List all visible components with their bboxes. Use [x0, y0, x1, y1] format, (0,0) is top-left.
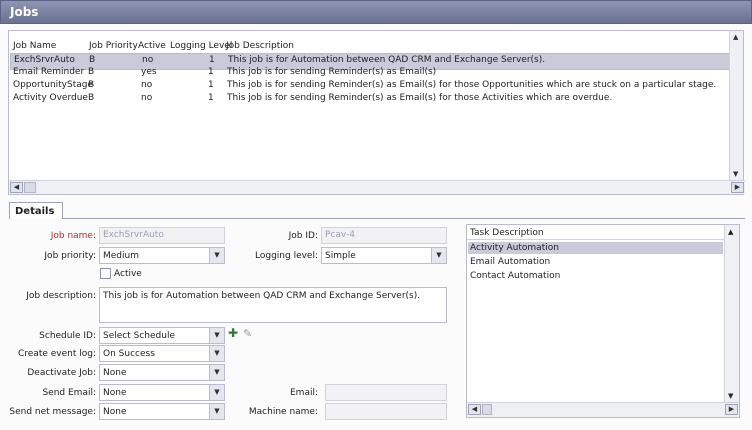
- tab-details[interactable]: Details: [9, 202, 63, 219]
- send-email-value: None: [103, 388, 127, 398]
- job-id-field: Pcav-4: [321, 227, 447, 244]
- scroll-left-icon[interactable]: ◀: [468, 404, 481, 415]
- job-priority-label: Job priority:: [44, 251, 96, 261]
- machine-name-label: Machine name:: [248, 407, 318, 417]
- email-field: [325, 384, 447, 401]
- chevron-down-icon[interactable]: ▼: [209, 346, 224, 361]
- cell-description: This job is for Automation between QAD C…: [228, 55, 546, 65]
- column-header-active[interactable]: Active: [138, 41, 166, 51]
- chevron-down-icon[interactable]: ▼: [209, 328, 224, 343]
- table-row[interactable]: Email Reminder B yes 1 This job is for s…: [10, 66, 730, 78]
- jobs-grid[interactable]: Job Name Job Priority Active Logging Lev…: [8, 30, 745, 195]
- job-priority-select[interactable]: Medium ▼: [99, 247, 225, 264]
- list-item[interactable]: Contact Automation: [468, 270, 723, 282]
- chevron-down-icon[interactable]: ▼: [209, 404, 224, 419]
- edit-schedule-icon[interactable]: ✎: [243, 327, 252, 340]
- job-description-textarea[interactable]: This job is for Automation between QAD C…: [99, 287, 447, 323]
- window-title: Jobs: [10, 5, 39, 19]
- cell-job-name: Email Reminder: [13, 67, 85, 77]
- cell-priority: B: [88, 93, 95, 103]
- task-description-list[interactable]: Task Description Activity Automation Ema…: [466, 224, 740, 418]
- active-label: Active: [114, 269, 142, 279]
- job-name-label: Job name:: [50, 231, 96, 241]
- deactivate-job-label: Deactivate Job:: [27, 368, 96, 378]
- table-row[interactable]: Activity Overdue B no 1 This job is for …: [10, 92, 730, 104]
- scroll-left-icon[interactable]: ◀: [10, 182, 23, 193]
- cell-description: This job is for sending Reminder(s) as E…: [227, 67, 437, 77]
- cell-active: no: [141, 80, 153, 90]
- table-row[interactable]: OpportunityStage B no 1 This job is for …: [10, 79, 730, 91]
- cell-priority: B: [89, 55, 96, 65]
- cell-logging: 1: [208, 80, 214, 90]
- create-event-log-select[interactable]: On Success ▼: [99, 345, 225, 362]
- cell-job-name: OpportunityStage: [13, 80, 94, 90]
- schedule-id-select[interactable]: Select Schedule ▼: [99, 327, 225, 344]
- window-title-bar: Jobs: [0, 0, 752, 24]
- cell-description: This job is for sending Reminder(s) as E…: [227, 80, 717, 90]
- cell-job-name: Activity Overdue: [13, 93, 88, 103]
- create-event-log-value: On Success: [103, 349, 155, 359]
- deactivate-job-value: None: [103, 368, 127, 378]
- cell-priority: B: [88, 67, 95, 77]
- logging-level-select[interactable]: Simple ▼: [321, 247, 447, 264]
- add-schedule-icon[interactable]: ✚: [228, 326, 238, 340]
- job-id-label: Job ID:: [288, 231, 318, 241]
- task-list-horizontal-scrollbar[interactable]: ◀ ▶: [467, 402, 739, 417]
- grid-vertical-scrollbar[interactable]: ▲ ▼: [729, 31, 743, 180]
- cell-logging: 1: [209, 55, 215, 65]
- send-net-message-label: Send net message:: [9, 407, 96, 417]
- list-item[interactable]: Activity Automation: [468, 242, 723, 254]
- scroll-right-icon[interactable]: ▶: [731, 182, 744, 193]
- scroll-thumb[interactable]: [24, 182, 36, 193]
- active-checkbox[interactable]: [100, 268, 111, 279]
- cell-priority: B: [88, 80, 95, 90]
- logging-level-label: Logging level:: [255, 251, 318, 261]
- cell-active: no: [142, 55, 154, 65]
- scroll-down-icon[interactable]: ▼: [733, 170, 738, 178]
- scroll-down-icon[interactable]: ▼: [728, 392, 733, 400]
- chevron-down-icon[interactable]: ▼: [209, 385, 224, 400]
- send-net-message-select[interactable]: None ▼: [99, 403, 225, 420]
- job-name-field: ExchSrvrAuto: [99, 227, 225, 244]
- cell-active: yes: [141, 67, 157, 77]
- send-net-message-value: None: [103, 407, 127, 417]
- tab-divider: [62, 218, 745, 219]
- send-email-select[interactable]: None ▼: [99, 384, 225, 401]
- machine-name-field: [325, 403, 447, 420]
- email-label: Email:: [289, 388, 318, 398]
- column-header-job-description[interactable]: Job Description: [226, 41, 294, 51]
- grid-horizontal-scrollbar[interactable]: ◀ ▶: [9, 180, 745, 194]
- schedule-id-value: Select Schedule: [103, 331, 175, 341]
- cell-active: no: [141, 93, 153, 103]
- grid-header: Job Name Job Priority Active Logging Lev…: [9, 38, 729, 52]
- list-item[interactable]: Email Automation: [468, 256, 723, 268]
- task-list-header: Task Description: [467, 225, 724, 240]
- create-event-log-label: Create event log:: [17, 349, 96, 359]
- job-priority-value: Medium: [103, 251, 139, 261]
- job-description-label: Job description:: [26, 291, 96, 301]
- column-header-logging-level[interactable]: Logging Level: [170, 41, 232, 51]
- schedule-id-label: Schedule ID:: [39, 331, 96, 341]
- logging-level-value: Simple: [325, 251, 356, 261]
- scroll-right-icon[interactable]: ▶: [725, 404, 738, 415]
- column-header-job-name[interactable]: Job Name: [13, 41, 56, 51]
- chevron-down-icon[interactable]: ▼: [209, 248, 224, 263]
- chevron-down-icon[interactable]: ▼: [431, 248, 446, 263]
- chevron-down-icon[interactable]: ▼: [209, 365, 224, 380]
- column-header-job-priority[interactable]: Job Priority: [89, 41, 138, 51]
- scroll-up-icon[interactable]: ▲: [733, 33, 738, 41]
- cell-description: This job is for sending Reminder(s) as E…: [227, 93, 613, 103]
- task-list-vertical-scrollbar[interactable]: ▲ ▼: [724, 225, 739, 403]
- cell-logging: 1: [208, 67, 214, 77]
- cell-job-name: ExchSrvrAuto: [14, 55, 75, 65]
- scroll-thumb[interactable]: [482, 404, 492, 415]
- deactivate-job-select[interactable]: None ▼: [99, 364, 225, 381]
- send-email-label: Send Email:: [42, 388, 96, 398]
- cell-logging: 1: [208, 93, 214, 103]
- scroll-up-icon[interactable]: ▲: [728, 228, 733, 236]
